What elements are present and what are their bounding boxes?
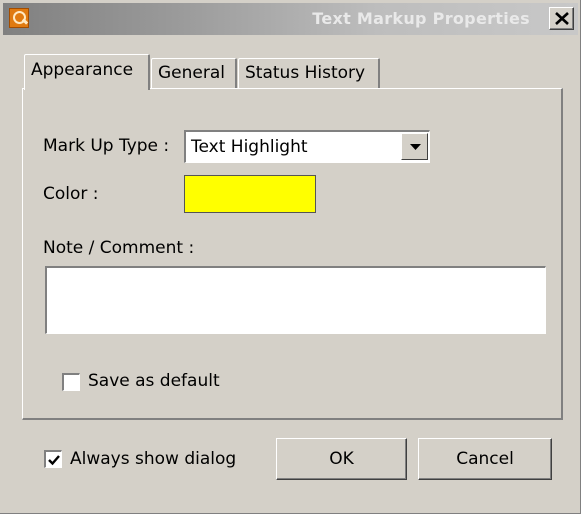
tab-label: Appearance: [31, 60, 134, 80]
app-logo-icon: [9, 8, 29, 28]
ok-button[interactable]: OK: [276, 438, 407, 480]
save-as-default-label: Save as default: [88, 371, 220, 391]
chevron-down-icon: [410, 144, 421, 150]
tab-label: General: [158, 63, 225, 83]
color-label: Color :: [43, 184, 99, 204]
tab-status-history[interactable]: Status History: [238, 58, 380, 88]
tab-appearance[interactable]: Appearance: [24, 54, 150, 90]
color-swatch[interactable]: [184, 175, 316, 213]
always-show-dialog-checkbox[interactable]: [44, 450, 62, 468]
text-markup-properties-dialog: Text Markup Properties Appearance Genera…: [0, 0, 581, 514]
always-show-dialog-label: Always show dialog: [70, 449, 237, 469]
close-icon: [555, 12, 569, 25]
cancel-button[interactable]: Cancel: [418, 438, 552, 480]
note-comment-label: Note / Comment :: [43, 238, 195, 258]
save-as-default-checkbox[interactable]: [62, 373, 80, 391]
title-bar[interactable]: Text Markup Properties: [3, 3, 578, 35]
dropdown-button[interactable]: [401, 133, 428, 160]
markup-type-label: Mark Up Type :: [43, 136, 170, 156]
window-title: Text Markup Properties: [312, 9, 530, 28]
check-icon: [48, 455, 60, 466]
markup-type-value: Text Highlight: [191, 137, 308, 157]
tab-general[interactable]: General: [151, 58, 237, 88]
tab-label: Status History: [245, 63, 366, 83]
note-comment-field[interactable]: [45, 266, 546, 334]
close-button[interactable]: [549, 7, 574, 30]
markup-type-select[interactable]: Text Highlight: [184, 130, 430, 163]
